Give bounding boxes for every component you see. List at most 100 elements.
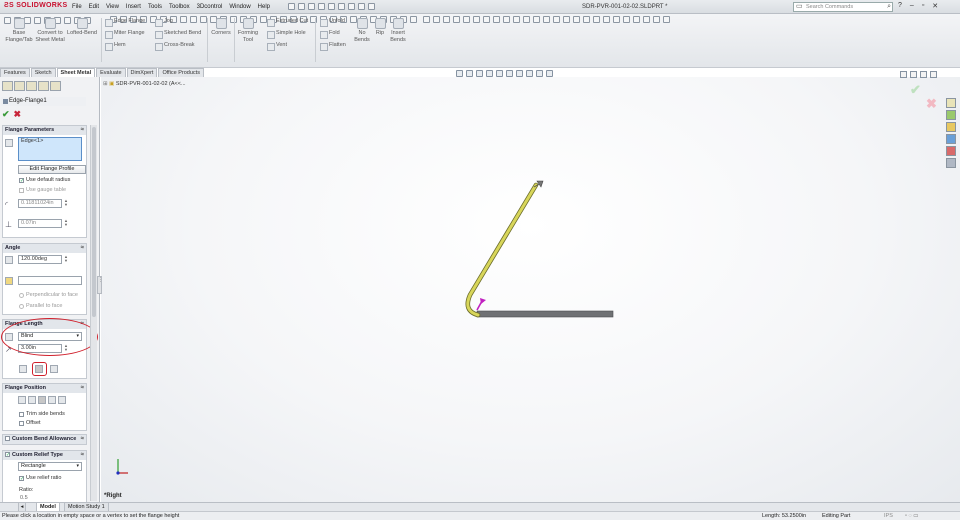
perpendicular-to-face-radio[interactable] <box>19 293 24 298</box>
menu-3dcontrol[interactable]: 3Dcontrol <box>197 2 223 12</box>
flange-position-header[interactable]: Flange Position ≈ <box>3 384 86 393</box>
insert-bends-button[interactable]: Insert Bends <box>388 18 408 44</box>
hide-show-icon[interactable] <box>516 70 523 77</box>
search-icon[interactable]: ⌕ <box>887 3 891 11</box>
miter-flange-button[interactable]: Miter Flange <box>105 30 145 39</box>
flange-angle-spinner[interactable]: ▲ ▼ <box>63 255 69 264</box>
scene-icon[interactable] <box>536 70 543 77</box>
menu-toolbox[interactable]: Toolbox <box>169 2 190 12</box>
close-icon[interactable]: ✕ <box>932 2 938 10</box>
extruded-cut-button[interactable]: Extruded Cut <box>267 18 308 27</box>
tab-dimxpert[interactable]: DimXpert <box>126 68 158 77</box>
menu-view[interactable]: View <box>106 2 119 12</box>
bend-radius-field[interactable]: 0.11811024in <box>18 199 62 208</box>
custom-relief-type-checkbox[interactable]: ✓ <box>5 452 10 458</box>
status-icons[interactable]: ▫ ◌ ▭ <box>905 512 918 520</box>
custom-bend-allowance-checkbox[interactable] <box>5 436 10 441</box>
edit-appearance-icon[interactable] <box>526 70 533 77</box>
custom-bend-allowance-header[interactable]: Custom Bend Allowance ≈ <box>3 435 86 444</box>
custom-relief-type-header[interactable]: Custom Relief Type ≈ <box>3 451 86 460</box>
edge-selection-box[interactable]: Edge<1> <box>18 137 82 161</box>
trim-side-bends-checkbox[interactable] <box>19 412 24 417</box>
edge-flange-button[interactable]: Edge Flange <box>105 18 145 27</box>
forming-tool-button[interactable]: Forming Tool <box>236 18 260 44</box>
view-settings-icon[interactable] <box>546 70 553 77</box>
lofted-bend-button[interactable]: Lofted-Bend <box>64 18 100 37</box>
pin-icon[interactable] <box>288 3 295 10</box>
no-bends-button[interactable]: No Bends <box>351 18 373 44</box>
relief-type-select[interactable]: Rectangle ▾ <box>18 462 82 471</box>
gap-distance-spinner[interactable]: ▲ ▼ <box>63 219 69 228</box>
new-icon[interactable] <box>298 3 305 10</box>
jog-button[interactable]: Jog <box>155 18 173 27</box>
menu-tools[interactable]: Tools <box>148 2 162 12</box>
gap-distance-field[interactable]: 0.07in <box>18 219 62 228</box>
view-orientation-icon[interactable] <box>496 70 503 77</box>
tab-features[interactable]: Features <box>0 68 30 77</box>
open-icon[interactable] <box>308 3 315 10</box>
scrollbar-thumb[interactable] <box>92 127 96 317</box>
display-style-icon[interactable] <box>506 70 513 77</box>
menu-file[interactable]: File <box>72 2 82 12</box>
use-default-radius-checkbox[interactable]: ✓ <box>19 178 24 184</box>
cross-break-button[interactable]: Cross-Break <box>155 42 195 51</box>
hem-button[interactable]: Hem <box>105 42 126 51</box>
rip-button[interactable]: Rip <box>372 18 388 37</box>
select-icon[interactable] <box>348 3 355 10</box>
part-model[interactable] <box>101 77 960 502</box>
ratio-value[interactable]: 0.5 <box>20 495 28 502</box>
bend-radius-spinner[interactable]: ▲ ▼ <box>63 199 69 208</box>
panel-splitter-handle[interactable]: ⋮ <box>97 276 103 294</box>
angle-header[interactable]: Angle ≈ <box>3 244 86 253</box>
property-manager-tab-icon[interactable] <box>14 81 25 91</box>
menu-insert[interactable]: Insert <box>126 2 141 12</box>
flatten-button[interactable]: Flatten <box>320 42 346 51</box>
cancel-button[interactable]: ✖ <box>14 109 22 119</box>
flange-parameters-header[interactable]: Flange Parameters ≈ <box>3 126 86 135</box>
tab-office-products[interactable]: Office Products <box>158 68 204 77</box>
face-selection-box[interactable] <box>18 276 82 285</box>
menu-edit[interactable]: Edit <box>89 2 99 12</box>
tab-sheet-metal[interactable]: Sheet Metal <box>56 68 96 77</box>
undo-icon[interactable] <box>338 3 345 10</box>
status-units[interactable]: IPS <box>884 512 893 520</box>
help-icon[interactable]: ? <box>898 2 902 10</box>
material-outside-icon[interactable] <box>28 396 36 404</box>
fold-button[interactable]: Fold <box>320 30 340 39</box>
print-icon[interactable] <box>328 3 335 10</box>
feature-manager-tab-icon[interactable] <box>2 81 13 91</box>
corners-button[interactable]: Corners <box>209 18 233 37</box>
restore-icon[interactable]: ▫ <box>922 2 924 10</box>
bend-from-virtual-sharp-icon[interactable] <box>48 396 56 404</box>
ok-button[interactable]: ✔ <box>2 109 10 119</box>
menu-help[interactable]: Help <box>258 2 270 12</box>
bend-outside-icon[interactable] <box>38 396 46 404</box>
rebuild-icon[interactable] <box>358 3 365 10</box>
material-inside-icon[interactable] <box>18 396 26 404</box>
use-gauge-table-checkbox[interactable] <box>19 188 24 193</box>
use-relief-ratio-checkbox[interactable]: ✓ <box>19 476 24 482</box>
tab-evaluate[interactable]: Evaluate <box>96 68 126 77</box>
section-view-icon[interactable] <box>486 70 493 77</box>
zoom-area-icon[interactable] <box>466 70 473 77</box>
sketched-bend-button[interactable]: Sketched Bend <box>155 30 201 39</box>
options-icon[interactable] <box>368 3 375 10</box>
parallel-to-face-radio[interactable] <box>19 304 24 309</box>
base-flange-button[interactable]: Base Flange/Tab <box>4 18 34 44</box>
display-manager-tab-icon[interactable] <box>50 81 61 91</box>
tangent-to-bend-icon[interactable] <box>58 396 66 404</box>
unfold-button[interactable]: Unfold <box>320 18 345 27</box>
search-commands-input[interactable]: ▭ Search Commands ⌕ <box>793 2 893 12</box>
flange-angle-field[interactable]: 120.00deg <box>18 255 62 264</box>
configuration-manager-tab-icon[interactable] <box>26 81 37 91</box>
menu-window[interactable]: Window <box>229 2 250 12</box>
save-icon[interactable] <box>318 3 325 10</box>
tangent-bend-icon[interactable] <box>50 365 58 373</box>
solidworks-logo[interactable]: ƧS SOLIDWORKS <box>4 2 67 12</box>
search-scope-icon[interactable]: ▭ <box>796 3 803 11</box>
simple-hole-button[interactable]: Simple Hole <box>267 30 306 39</box>
offset-checkbox[interactable] <box>19 421 24 426</box>
dimxpert-manager-tab-icon[interactable] <box>38 81 49 91</box>
tab-sketch[interactable]: Sketch <box>30 68 56 77</box>
zoom-to-fit-icon[interactable] <box>456 70 463 77</box>
